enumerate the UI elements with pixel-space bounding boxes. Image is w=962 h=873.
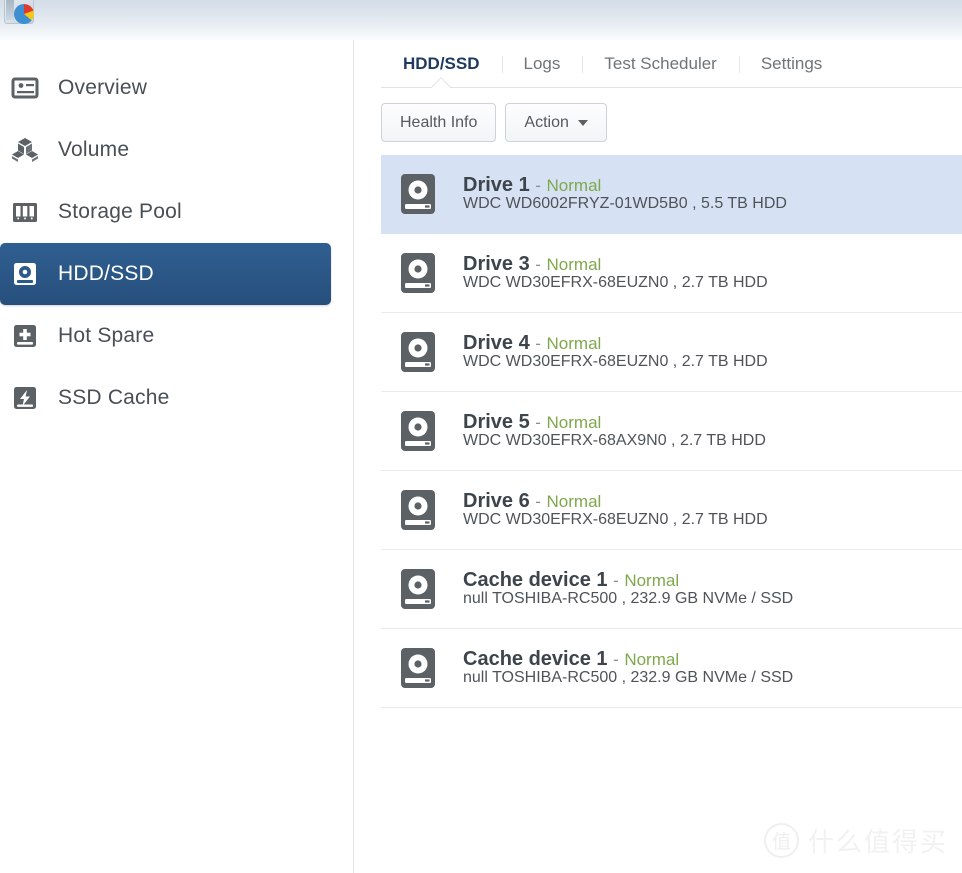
drive-icon — [395, 250, 441, 296]
storage-manager-window: Overview Volume Storage Pool HDD/SSD Hot… — [0, 0, 962, 873]
drive-list-item[interactable]: Drive 5 - Normal WDC WD30EFRX-68AX9N0 , … — [381, 392, 962, 471]
drive-name: Drive 6 — [463, 490, 530, 513]
drive-icon — [395, 408, 441, 454]
drive-model: WDC WD30EFRX-68EUZN0 , 2.7 TB HDD — [463, 511, 768, 529]
main-content: HDD/SSD Logs Test Scheduler Settings Hea… — [355, 40, 962, 873]
tab-label: Settings — [760, 54, 823, 73]
drive-icon — [395, 171, 441, 217]
health-info-button[interactable]: Health Info — [381, 103, 497, 142]
sidebar-item-volume[interactable]: Volume — [0, 119, 331, 181]
app-icon-pie — [14, 4, 34, 24]
status-badge: Normal — [546, 255, 602, 275]
watermark-logo: 值 — [763, 823, 799, 858]
drive-icon — [395, 329, 441, 375]
status-badge: Normal — [546, 176, 602, 196]
drive-icon — [395, 566, 441, 612]
tab-bar: HDD/SSD Logs Test Scheduler Settings — [381, 40, 962, 97]
caret-down-icon — [577, 119, 588, 126]
storage-manager-icon — [4, 0, 38, 28]
status-badge: Normal — [546, 492, 602, 512]
tab-test-scheduler[interactable]: Test Scheduler — [582, 54, 738, 87]
sidebar: Overview Volume Storage Pool HDD/SSD Hot… — [0, 40, 354, 873]
tab-label: HDD/SSD — [403, 54, 480, 73]
sidebar-item-label: Volume — [58, 138, 130, 161]
window-title-bar — [0, 0, 962, 40]
sidebar-item-storage-pool[interactable]: Storage Pool — [0, 181, 331, 243]
drive-separator: - — [535, 492, 541, 512]
drive-name: Drive 3 — [463, 253, 530, 276]
hdd-ssd-icon — [10, 259, 40, 289]
drive-title: Drive 3 - Normal — [463, 253, 601, 275]
sidebar-item-ssd-cache[interactable]: SSD Cache — [0, 367, 331, 429]
drive-separator: - — [535, 413, 541, 433]
tab-logs[interactable]: Logs — [501, 54, 583, 87]
drive-model: WDC WD30EFRX-68EUZN0 , 2.7 TB HDD — [463, 353, 768, 371]
drive-icon — [395, 487, 441, 533]
drive-title: Drive 5 - Normal — [463, 411, 601, 433]
tab-hdd-ssd[interactable]: HDD/SSD — [381, 54, 502, 97]
volume-icon — [10, 135, 40, 165]
toolbar: Health Info Action — [355, 88, 962, 142]
drive-name: Drive 1 — [463, 174, 530, 197]
tab-label: Test Scheduler — [604, 54, 717, 73]
tab-label: Logs — [523, 54, 561, 73]
drive-model: null TOSHIBA-RC500 , 232.9 GB NVMe / SSD — [463, 669, 794, 687]
app-icon-stripe — [6, 0, 14, 20]
sidebar-top-spacer — [0, 40, 353, 57]
status-badge: Normal — [624, 650, 680, 670]
watermark-text: 什么值得买 — [807, 828, 948, 858]
tab-settings[interactable]: Settings — [738, 54, 844, 87]
hot-spare-icon — [10, 321, 40, 351]
sidebar-item-hdd-ssd[interactable]: HDD/SSD — [0, 243, 331, 305]
drive-title: Drive 1 - Normal — [463, 174, 601, 196]
drive-separator: - — [535, 176, 541, 196]
drive-separator: - — [535, 334, 541, 354]
drive-model: WDC WD6002FRYZ-01WD5B0 , 5.5 TB HDD — [463, 195, 787, 213]
drive-list-item[interactable]: Cache device 1 - Normal null TOSHIBA-RC5… — [381, 629, 962, 708]
drive-list-item[interactable]: Drive 4 - Normal WDC WD30EFRX-68EUZN0 , … — [381, 313, 962, 392]
drive-list-item[interactable]: Cache device 1 - Normal null TOSHIBA-RC5… — [381, 550, 962, 629]
health-info-label: Health Info — [400, 113, 478, 131]
drive-list-item[interactable]: Drive 1 - Normal WDC WD6002FRYZ-01WD5B0 … — [381, 155, 962, 234]
sidebar-item-label: SSD Cache — [58, 386, 170, 409]
drive-title: Cache device 1 - Normal — [463, 648, 679, 670]
drive-name: Cache device 1 — [463, 569, 608, 592]
sidebar-item-hot-spare[interactable]: Hot Spare — [0, 305, 331, 367]
sidebar-item-label: HDD/SSD — [58, 262, 154, 285]
drive-list-item[interactable]: Drive 3 - Normal WDC WD30EFRX-68EUZN0 , … — [381, 234, 962, 313]
drive-model: null TOSHIBA-RC500 , 232.9 GB NVMe / SSD — [463, 590, 794, 608]
overview-icon — [10, 73, 40, 103]
sidebar-item-label: Hot Spare — [58, 324, 155, 347]
watermark: 值 什么值得买 — [763, 822, 948, 859]
sidebar-item-overview[interactable]: Overview — [0, 57, 331, 119]
drive-list: Drive 1 - Normal WDC WD6002FRYZ-01WD5B0 … — [381, 154, 962, 708]
drive-name: Cache device 1 — [463, 648, 608, 671]
drive-separator: - — [613, 571, 619, 591]
drive-separator: - — [535, 255, 541, 275]
drive-model: WDC WD30EFRX-68EUZN0 , 2.7 TB HDD — [463, 274, 768, 292]
storage-pool-icon — [10, 197, 40, 227]
status-badge: Normal — [546, 334, 602, 354]
drive-title: Drive 6 - Normal — [463, 490, 601, 512]
action-button[interactable]: Action — [505, 103, 607, 142]
drive-name: Drive 4 — [463, 332, 530, 355]
status-badge: Normal — [624, 571, 680, 591]
sidebar-item-label: Storage Pool — [58, 200, 182, 223]
action-label: Action — [524, 113, 569, 131]
status-badge: Normal — [546, 413, 602, 433]
drive-separator: - — [613, 650, 619, 670]
drive-name: Drive 5 — [463, 411, 530, 434]
drive-model: WDC WD30EFRX-68AX9N0 , 2.7 TB HDD — [463, 432, 766, 450]
drive-icon — [395, 645, 441, 691]
drive-title: Drive 4 - Normal — [463, 332, 601, 354]
drive-list-item[interactable]: Drive 6 - Normal WDC WD30EFRX-68EUZN0 , … — [381, 471, 962, 550]
drive-title: Cache device 1 - Normal — [463, 569, 679, 591]
sidebar-item-label: Overview — [58, 76, 148, 99]
ssd-cache-icon — [10, 383, 40, 413]
